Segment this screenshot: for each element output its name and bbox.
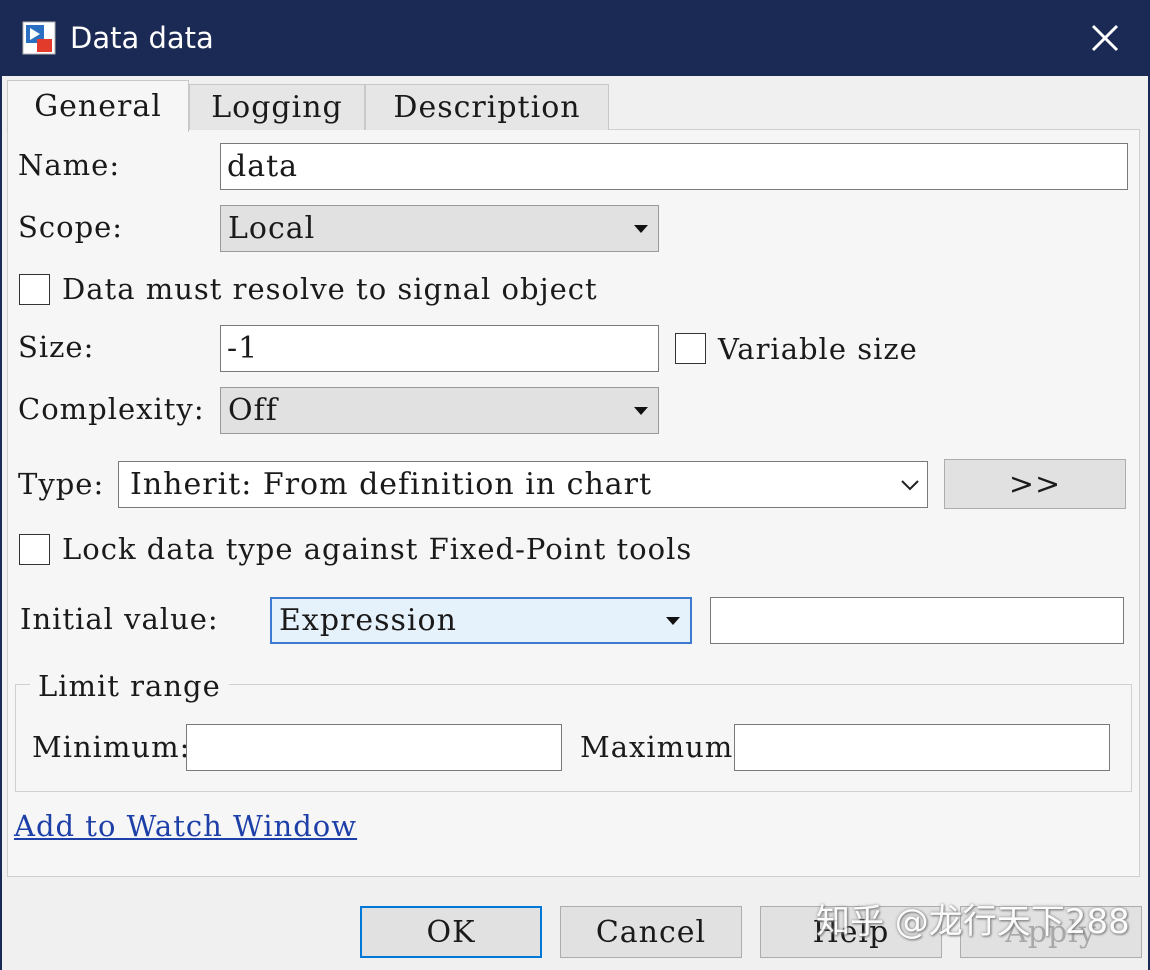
resolve-signal-label: Data must resolve to signal object <box>62 272 598 306</box>
chevron-down-icon <box>634 406 648 415</box>
tab-general[interactable]: General <box>7 80 189 132</box>
scope-dropdown[interactable]: Local <box>220 205 659 252</box>
name-input[interactable]: data <box>220 143 1128 190</box>
type-label: Type: <box>18 467 105 501</box>
name-label: Name: <box>18 148 121 182</box>
chevron-down-icon <box>901 479 919 490</box>
complexity-value: Off <box>228 393 278 428</box>
chevron-down-icon <box>666 616 680 625</box>
initial-value-mode-dropdown[interactable]: Expression <box>270 597 692 644</box>
tab-logging[interactable]: Logging <box>189 84 365 130</box>
lock-type-checkbox[interactable] <box>19 534 50 565</box>
simulink-model-icon <box>22 21 56 55</box>
minimum-label: Minimum: <box>32 730 191 764</box>
size-label: Size: <box>18 330 95 364</box>
ok-button[interactable]: OK <box>360 906 542 958</box>
complexity-dropdown[interactable]: Off <box>220 387 659 434</box>
maximum-label: Maximum: <box>580 730 745 764</box>
initial-value-input[interactable] <box>710 597 1124 644</box>
cancel-button[interactable]: Cancel <box>560 906 742 958</box>
scope-value: Local <box>228 211 316 246</box>
scope-label: Scope: <box>18 210 124 244</box>
window-title: Data data <box>70 21 214 55</box>
lock-type-label: Lock data type against Fixed-Point tools <box>62 532 693 566</box>
type-value: Inherit: From definition in chart <box>130 467 653 502</box>
limit-range-title: Limit range <box>30 666 229 706</box>
maximum-input[interactable] <box>734 724 1110 771</box>
variable-size-label: Variable size <box>718 332 918 366</box>
size-input[interactable]: -1 <box>220 325 659 372</box>
minimum-input[interactable] <box>186 724 562 771</box>
type-assistant-button[interactable]: >> <box>944 459 1126 509</box>
add-to-watch-window-link[interactable]: Add to Watch Window <box>14 806 357 846</box>
resolve-signal-checkbox[interactable] <box>19 274 50 305</box>
initial-value-mode: Expression <box>279 603 457 638</box>
tab-description[interactable]: Description <box>365 84 609 130</box>
watermark-text: 知乎 @龙行天下288 <box>816 902 1130 942</box>
window-frame-left <box>0 76 2 970</box>
close-icon[interactable] <box>1074 12 1136 64</box>
type-combobox[interactable]: Inherit: From definition in chart <box>118 461 928 508</box>
initial-value-label: Initial value: <box>20 602 219 636</box>
chevron-down-icon <box>634 224 648 233</box>
complexity-label: Complexity: <box>18 392 205 426</box>
variable-size-checkbox[interactable] <box>675 333 706 364</box>
